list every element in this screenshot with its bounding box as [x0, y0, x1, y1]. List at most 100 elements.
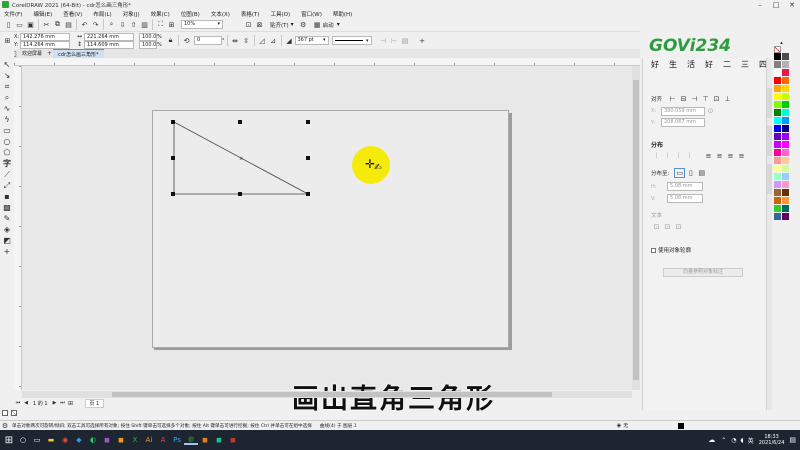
palette-swatch[interactable] — [773, 101, 781, 108]
open-icon[interactable]: ▭ — [14, 20, 25, 30]
input-language[interactable]: 英 — [748, 436, 754, 445]
drop-shadow-icon[interactable]: ▪ — [0, 191, 14, 202]
palette-swatch[interactable] — [781, 157, 789, 164]
launch-dropdown[interactable]: 启动 — [323, 21, 334, 29]
x-position-input[interactable]: 142.276 mm — [20, 32, 70, 41]
apply-reference-button[interactable]: 向量参照对象标注 — [663, 268, 743, 277]
wrap-text-icon[interactable]: ▤ — [400, 36, 411, 46]
export-icon[interactable]: ⇧ — [128, 20, 139, 30]
align-left-icon[interactable]: ⊢ — [667, 94, 678, 104]
app-icon[interactable]: ◼ — [114, 435, 128, 445]
v-spacing-input[interactable]: 5.08 mm — [667, 194, 703, 203]
pick-tool-icon[interactable]: ↖ — [0, 59, 14, 70]
rotation-angle-input[interactable]: 0 — [194, 36, 222, 45]
palette-swatch[interactable] — [773, 53, 781, 60]
quick-customize-icon[interactable]: + — [417, 36, 428, 46]
windows-start-icon[interactable]: ⊞ — [2, 435, 16, 446]
palette-swatch[interactable] — [773, 149, 781, 156]
h-spacing-input[interactable]: 5.08 mm — [667, 182, 703, 191]
rotate-icon[interactable]: ⟲ — [181, 36, 192, 46]
artistic-media-icon[interactable]: ϟ — [0, 114, 14, 125]
selection-handle[interactable] — [238, 120, 242, 124]
tab-welcome-screen[interactable]: 欢迎屏幕 — [18, 50, 46, 57]
palette-swatch[interactable] — [781, 109, 789, 116]
coreldraw-icon[interactable]: ◍ — [184, 435, 198, 445]
menu-item[interactable]: 布局(L) — [93, 10, 111, 18]
app-icon[interactable]: ◼ — [212, 435, 226, 445]
undo-icon[interactable]: ↶ — [79, 20, 90, 30]
palette-swatch[interactable] — [781, 181, 789, 188]
drawing-canvas[interactable]: × ✛ ✍ 画出直角三角形 — [22, 66, 640, 414]
menu-item[interactable]: 窗口(W) — [301, 10, 322, 18]
menu-item[interactable]: 位图(B) — [181, 10, 200, 18]
text-baseline-icon[interactable]: ⊡ — [673, 222, 684, 232]
menu-item[interactable]: 帮助(H) — [333, 10, 352, 18]
palette-swatch[interactable] — [781, 205, 789, 212]
app-icon[interactable]: ◆ — [72, 435, 86, 445]
palette-swatch[interactable] — [773, 69, 781, 76]
palette-swatch[interactable] — [781, 53, 789, 60]
menu-item[interactable]: 编辑(E) — [33, 10, 52, 18]
transparency-tool-icon[interactable]: ▩ — [0, 202, 14, 213]
weather-icon[interactable]: ☁ — [708, 436, 715, 444]
selection-handle[interactable] — [171, 192, 175, 196]
align-x-input[interactable]: 380.059 mm — [661, 106, 705, 116]
arrowhead-end-icon[interactable]: ⊢ — [389, 36, 400, 46]
text-last-line-icon[interactable]: ⊡ — [662, 222, 673, 232]
add-tool-icon[interactable]: + — [0, 246, 14, 257]
align-center-v-icon[interactable]: ⊡ — [711, 94, 722, 104]
scale-x-input[interactable]: 100.0 — [139, 32, 157, 41]
selection-handle[interactable] — [171, 156, 175, 160]
vertical-scrollbar[interactable] — [632, 66, 640, 390]
app-icon[interactable]: ◼ — [100, 435, 114, 445]
menu-item[interactable]: 文本(X) — [211, 10, 230, 18]
palette-swatch[interactable] — [773, 197, 781, 204]
palette-swatch[interactable] — [773, 77, 781, 84]
width-input[interactable]: 221.264 mm — [84, 32, 134, 41]
no-color-swatch[interactable] — [774, 46, 781, 53]
mirror-horizontal-icon[interactable]: ⇹ — [230, 36, 241, 46]
next-page-icon[interactable]: ▶ — [51, 398, 59, 408]
redo-icon[interactable]: ↷ — [90, 20, 101, 30]
close-curve-icon[interactable]: ⊿ — [268, 36, 279, 46]
network-icon[interactable]: ◔ — [731, 437, 736, 444]
paste-icon[interactable]: ▤ — [63, 20, 74, 30]
selection-handle[interactable] — [306, 192, 310, 196]
selection-handle[interactable] — [306, 120, 310, 124]
tab-active-document[interactable]: cdr怎么画三角形* — [53, 48, 104, 59]
align-right-icon[interactable]: ⊣ — [689, 94, 700, 104]
selection-handle[interactable] — [238, 192, 242, 196]
smart-fill-icon[interactable]: ◩ — [0, 235, 14, 246]
distribute-to-selection-icon[interactable]: ▭ — [674, 168, 686, 178]
palette-swatch[interactable] — [781, 165, 789, 172]
palette-swatch[interactable] — [773, 133, 781, 140]
selection-handle[interactable] — [171, 120, 175, 124]
node-icon[interactable]: ◿ — [257, 36, 268, 46]
distribute-right-icon[interactable]: ⫶ — [684, 151, 695, 161]
task-view-icon[interactable]: ▭ — [30, 435, 44, 445]
palette-swatch[interactable] — [773, 205, 781, 212]
palette-swatch[interactable] — [781, 117, 789, 124]
photoshop-icon[interactable]: Ps — [170, 435, 184, 445]
distribute-vspace-icon[interactable]: ≡ — [725, 151, 736, 161]
selection-handle[interactable] — [306, 156, 310, 160]
docker-tab[interactable] — [767, 164, 772, 194]
align-anchor-icon[interactable]: ⊙ — [705, 106, 716, 116]
parallel-dimension-icon[interactable]: ⟋ — [0, 169, 14, 180]
search-icon[interactable]: ⌕ — [106, 20, 117, 30]
interactive-fill-icon[interactable]: ◈ — [0, 224, 14, 235]
no-fill-icon[interactable] — [11, 410, 17, 416]
connector-tool-icon[interactable]: ⤢ — [0, 180, 14, 191]
notification-icon[interactable]: ▤ — [789, 436, 796, 444]
docker-tab[interactable] — [767, 126, 772, 156]
align-bottom-icon[interactable]: ⊥ — [722, 94, 733, 104]
zoom-tool-icon[interactable]: ⌕ — [0, 92, 14, 103]
horizontal-scrollbar[interactable] — [22, 391, 632, 398]
clock[interactable]: 18:33 2021/6/24 — [759, 434, 785, 446]
palette-swatch[interactable] — [781, 141, 789, 148]
gear-icon[interactable]: ⚙ — [298, 20, 309, 30]
text-first-line-icon[interactable]: ⊡ — [651, 222, 662, 232]
palette-swatch[interactable] — [781, 101, 789, 108]
zoom-level-select[interactable]: 10% ▾ — [181, 20, 223, 29]
line-style-select[interactable]: ▾ — [331, 36, 372, 45]
